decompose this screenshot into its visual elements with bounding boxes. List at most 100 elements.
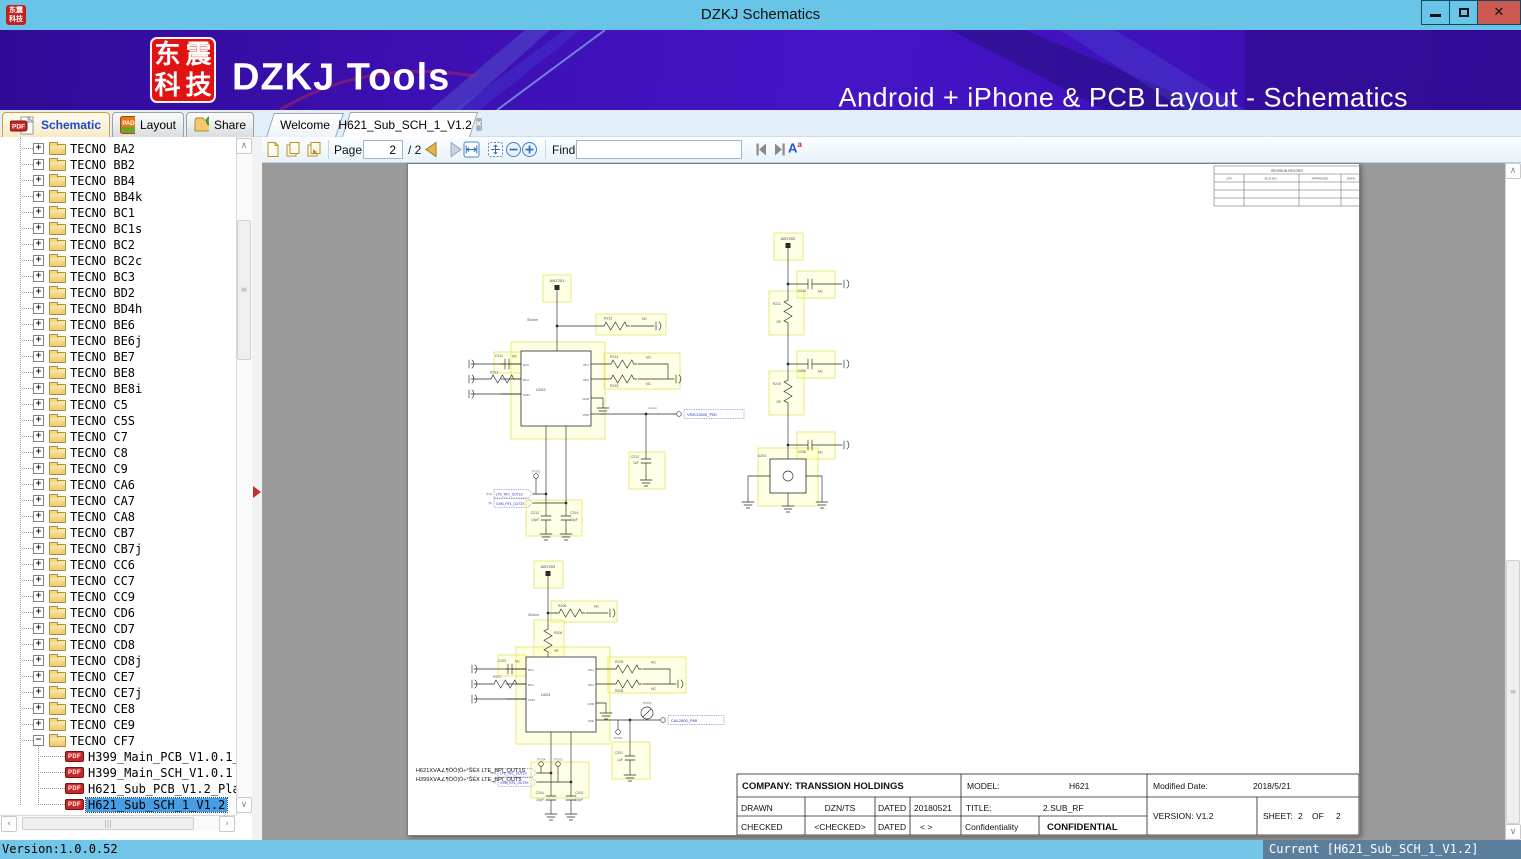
- sidebar-item-tecno-ce7j[interactable]: + TECNO CE7j: [0, 685, 236, 701]
- sidebar-item-tecno-bc3[interactable]: + TECNO BC3: [0, 269, 236, 285]
- sidebar-item-tecno-bb2[interactable]: + TECNO BB2: [0, 157, 236, 173]
- sidebar-item-tecno-bc1[interactable]: + TECNO BC1: [0, 205, 236, 221]
- sidebar-item-tecno-be8i[interactable]: + TECNO BE8i: [0, 381, 236, 397]
- splitter-collapse-icon[interactable]: [253, 486, 261, 498]
- expand-icon[interactable]: +: [33, 159, 44, 170]
- expand-icon[interactable]: +: [33, 447, 44, 458]
- expand-icon[interactable]: +: [33, 191, 44, 202]
- expand-icon[interactable]: +: [33, 335, 44, 346]
- expand-icon[interactable]: +: [33, 527, 44, 538]
- sidebar-item-tecno-be6[interactable]: + TECNO BE6: [0, 317, 236, 333]
- sidebar-file-2[interactable]: PDFH621_Sub_PCB_V1.2_Placeme: [0, 781, 236, 797]
- sidebar-item-tecno-ca7[interactable]: + TECNO CA7: [0, 493, 236, 509]
- sidebar-item-tecno-c9[interactable]: + TECNO C9: [0, 461, 236, 477]
- expand-icon[interactable]: +: [33, 143, 44, 154]
- expand-icon[interactable]: +: [33, 351, 44, 362]
- expand-icon[interactable]: +: [33, 415, 44, 426]
- tab-welcome[interactable]: Welcome: [266, 113, 344, 137]
- sidebar-file-1[interactable]: PDF H399_Main_SCH_V1.0.1: [0, 765, 236, 781]
- expand-icon[interactable]: +: [33, 671, 44, 682]
- close-button[interactable]: ✕: [1477, 0, 1521, 25]
- zoom-in-button[interactable]: [521, 141, 538, 158]
- sidebar-scrollbar-vertical[interactable]: ∧ ≡ ∨: [236, 137, 252, 815]
- next-page-button[interactable]: [447, 141, 464, 158]
- sidebar-item-tecno-c5s[interactable]: + TECNO C5S: [0, 413, 236, 429]
- expand-icon[interactable]: +: [33, 463, 44, 474]
- sidebar-item-tecno-cd7[interactable]: + TECNO CD7: [0, 621, 236, 637]
- minimize-button[interactable]: [1421, 0, 1450, 25]
- find-next-icon[interactable]: [771, 141, 788, 158]
- scrollbar-thumb[interactable]: ≡: [237, 220, 251, 360]
- sidebar-item-tecno-be7[interactable]: + TECNO BE7: [0, 349, 236, 365]
- expand-icon[interactable]: +: [33, 687, 44, 698]
- tab-share[interactable]: Share: [186, 112, 254, 137]
- scroll-up-icon[interactable]: ∧: [1505, 163, 1521, 179]
- sidebar-item-tecno-bb4k[interactable]: + TECNO BB4k: [0, 189, 236, 205]
- viewer-scrollbar-vertical[interactable]: ∧ ≡ ∨: [1505, 163, 1521, 840]
- page-number-input[interactable]: [363, 140, 403, 159]
- sidebar-item-tecno-cd8[interactable]: + TECNO CD8: [0, 637, 236, 653]
- title-bar[interactable]: 东震 科技 DZKJ Schematics ✕: [0, 0, 1521, 30]
- find-previous-icon[interactable]: [754, 141, 771, 158]
- expand-icon[interactable]: +: [33, 239, 44, 250]
- sidebar-item-tecno-c5[interactable]: + TECNO C5: [0, 397, 236, 413]
- sidebar-item-tecno-ba2[interactable]: + TECNO BA2: [0, 141, 236, 157]
- sidebar-item-tecno-bd4h[interactable]: + TECNO BD4h: [0, 301, 236, 317]
- scroll-left-icon[interactable]: ‹: [1, 816, 17, 832]
- sidebar-scrollbar-horizontal[interactable]: ‹ ||| ›: [0, 815, 236, 832]
- scroll-right-icon[interactable]: ›: [219, 816, 235, 832]
- file-tree[interactable]: + TECNO BA2 + TECNO BB2 + TECNO BB4 + TECNO BB4…: [0, 137, 236, 815]
- expand-icon[interactable]: +: [33, 319, 44, 330]
- expand-icon[interactable]: +: [33, 207, 44, 218]
- sidebar-item-tecno-cd6[interactable]: + TECNO CD6: [0, 605, 236, 621]
- pdf-page[interactable]: REVISION RECORD LTR ECO NO. APPROVED DAT…: [407, 163, 1362, 836]
- expand-icon[interactable]: +: [33, 399, 44, 410]
- sidebar-item-tecno-ce9[interactable]: + TECNO CE9: [0, 717, 236, 733]
- scroll-down-icon[interactable]: ∨: [1505, 824, 1521, 840]
- expand-icon[interactable]: +: [33, 655, 44, 666]
- document-viewport[interactable]: REVISION RECORD LTR ECO NO. APPROVED DAT…: [262, 163, 1521, 840]
- fit-page-button[interactable]: [487, 141, 504, 158]
- font-size-icon[interactable]: Aa: [788, 140, 802, 155]
- expand-icon[interactable]: +: [33, 271, 44, 282]
- sidebar-item-tecno-be8[interactable]: + TECNO BE8: [0, 365, 236, 381]
- sidebar-item-tecno-c7[interactable]: + TECNO C7: [0, 429, 236, 445]
- expand-icon[interactable]: +: [33, 591, 44, 602]
- expand-icon[interactable]: +: [33, 623, 44, 634]
- scroll-down-icon[interactable]: ∨: [236, 797, 252, 813]
- sidebar-item-tecno-cc6[interactable]: + TECNO CC6: [0, 557, 236, 573]
- tab-document-active[interactable]: H621_Sub_SCH_1_V1.2 ×: [338, 112, 482, 137]
- expand-icon[interactable]: +: [33, 287, 44, 298]
- scroll-up-icon[interactable]: ∧: [236, 138, 252, 154]
- expand-icon[interactable]: +: [33, 223, 44, 234]
- expand-icon[interactable]: +: [33, 255, 44, 266]
- snapshot-button[interactable]: [306, 141, 323, 158]
- sidebar-item-tecno-bd2[interactable]: + TECNO BD2: [0, 285, 236, 301]
- expand-icon[interactable]: +: [33, 607, 44, 618]
- maximize-button[interactable]: [1449, 0, 1478, 25]
- expand-icon[interactable]: +: [33, 479, 44, 490]
- sidebar-file-3[interactable]: PDF H621_Sub_SCH_1_V1.2: [0, 797, 236, 813]
- sidebar-item-tecno-be6j[interactable]: + TECNO BE6j: [0, 333, 236, 349]
- expand-icon[interactable]: +: [33, 303, 44, 314]
- sidebar-item-tecno-cc7[interactable]: + TECNO CC7: [0, 573, 236, 589]
- sidebar-item-tecno-ca6[interactable]: + TECNO CA6: [0, 477, 236, 493]
- tab-layout[interactable]: PADS Layout: [112, 112, 184, 137]
- zoom-out-button[interactable]: [505, 141, 522, 158]
- expand-icon[interactable]: +: [33, 559, 44, 570]
- expand-icon[interactable]: +: [33, 431, 44, 442]
- expand-icon[interactable]: +: [33, 639, 44, 650]
- sidebar-item-tecno-bc1s[interactable]: + TECNO BC1s: [0, 221, 236, 237]
- sidebar-item-tecno-cb7j[interactable]: + TECNO CB7j: [0, 541, 236, 557]
- sidebar-item-tecno-cf7[interactable]: − TECNO CF7: [0, 733, 236, 749]
- sidebar-item-tecno-bc2[interactable]: + TECNO BC2: [0, 237, 236, 253]
- find-input[interactable]: [576, 140, 742, 159]
- tab-schematic[interactable]: PDF Schematic: [2, 112, 110, 137]
- copy-pages-button[interactable]: [285, 141, 302, 158]
- expand-icon[interactable]: +: [33, 383, 44, 394]
- expand-icon[interactable]: +: [33, 511, 44, 522]
- expand-icon[interactable]: +: [33, 719, 44, 730]
- expand-icon[interactable]: +: [33, 543, 44, 554]
- sidebar-item-tecno-bb4[interactable]: + TECNO BB4: [0, 173, 236, 189]
- previous-page-button[interactable]: [423, 141, 440, 158]
